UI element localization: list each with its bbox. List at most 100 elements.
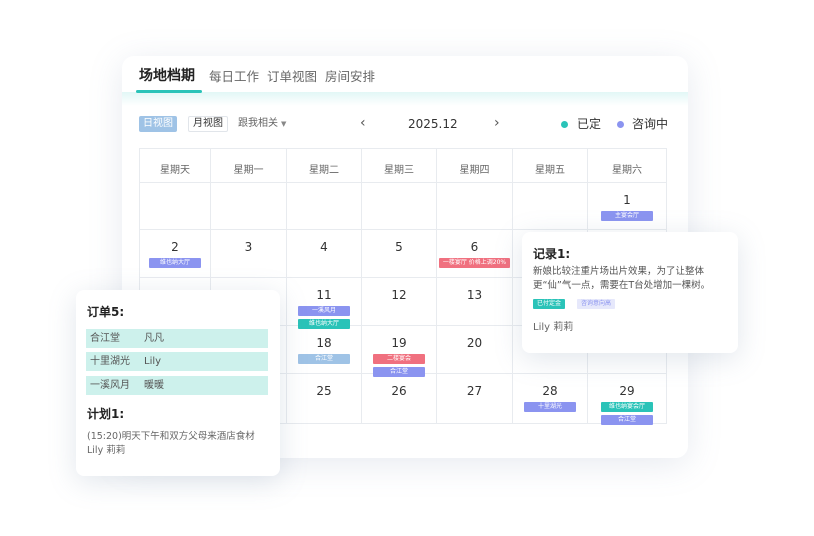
order-popover: 订单5: 合江堂 凡凡 十里湖光 Lily 一溪风月 暖暖 计划1: (15:2… <box>76 290 280 476</box>
record-user: Lily 莉莉 <box>533 322 574 333</box>
weekday-header: 星期四 <box>437 149 513 182</box>
calendar-day-cell[interactable]: 1 主宴会厅 <box>588 183 666 229</box>
tab-daily-work[interactable]: 每日工作 <box>209 66 259 85</box>
weekday-label: 星期一 <box>233 165 264 176</box>
day-number: 2 <box>171 240 179 254</box>
event-tag[interactable]: 一溪风月 <box>298 306 350 316</box>
calendar-day-cell[interactable]: 19 二楼宴会 合江堂 <box>362 326 437 377</box>
weekday-label: 星期天 <box>160 165 190 176</box>
related-to-me-dropdown[interactable]: 跟我相关 ▼ <box>238 116 286 132</box>
day-number: 13 <box>466 288 483 302</box>
high-intent-badge: 咨询意向高 <box>577 299 616 309</box>
event-tag[interactable]: 一楼宴厅 价格上调20% <box>438 258 511 268</box>
day-number: 18 <box>316 336 332 350</box>
calendar-day-cell[interactable]: 25 <box>287 374 362 423</box>
event-tag[interactable]: 维也纳大厅 <box>149 258 201 268</box>
calendar-day-cell[interactable]: 2 维也纳大厅 <box>140 230 211 277</box>
calendar-day-cell[interactable]: 28 十里湖光 <box>513 374 588 423</box>
chevron-right-icon[interactable]: › <box>494 114 500 132</box>
tab-venue-schedule[interactable]: 场地档期 <box>139 65 195 85</box>
calendar-day-cell[interactable] <box>513 183 588 229</box>
event-tag[interactable]: 合江堂 <box>298 354 350 364</box>
event-tag[interactable]: 十里湖光 <box>524 402 576 412</box>
calendar-day-cell[interactable] <box>140 183 211 229</box>
day-number: 20 <box>466 336 483 350</box>
calendar-day-cell[interactable] <box>437 183 513 229</box>
tab-room-arrangement[interactable]: 房间安排 <box>325 66 375 85</box>
legend-booked-label: 已定 <box>577 117 602 131</box>
active-tab-indicator <box>136 90 202 93</box>
record-popover: 记录1: 新娘比较注重片场出片效果，为了让整体更“仙”气一点，需要在T台处增加一… <box>522 232 738 353</box>
day-number: 27 <box>466 384 483 398</box>
calendar-day-cell[interactable] <box>287 183 362 229</box>
calendar-day-cell[interactable]: 3 <box>211 230 287 277</box>
weekday-label: 星期二 <box>309 165 339 176</box>
calendar-day-cell[interactable]: 6 一楼宴厅 价格上调20% <box>437 230 513 277</box>
record-text: 新娘比较注重片场出片效果，为了让整体更“仙”气一点，需要在T台处增加一棵树。 <box>533 266 711 291</box>
weekday-label: 星期三 <box>384 165 414 176</box>
chevron-left-icon[interactable]: ‹ <box>360 114 366 132</box>
order-person: 凡凡 <box>144 333 164 344</box>
legend-consulting-label: 咨询中 <box>632 117 669 131</box>
current-month: 2025.12 <box>408 117 458 131</box>
event-tags: 维也纳宴会厅 合江堂 <box>588 402 666 425</box>
weekday-label: 星期六 <box>612 165 642 176</box>
tab-order-view[interactable]: 订单视图 <box>267 66 317 85</box>
day-number: 4 <box>320 240 328 254</box>
event-tag[interactable]: 主宴会厅 <box>601 211 653 221</box>
day-number: 19 <box>391 336 407 350</box>
plan-text: (15:20)明天下午和双方父母来酒店食材 Lily 莉莉 <box>87 430 255 458</box>
order-venue: 十里湖光 <box>90 356 130 367</box>
weekday-label: 星期五 <box>535 165 565 176</box>
order-venue: 合江堂 <box>90 333 120 344</box>
day-number: 6 <box>470 240 479 254</box>
month-view-button[interactable]: 月视图 <box>188 116 228 132</box>
calendar-day-cell[interactable]: 4 <box>287 230 362 277</box>
view-tabs: 场地档期 每日工作 订单视图 房间安排 <box>122 56 688 94</box>
calendar-day-cell[interactable]: 26 <box>362 374 437 423</box>
event-tag[interactable]: 维也纳宴会厅 <box>601 402 653 412</box>
day-number: 11 <box>316 288 332 302</box>
day-number: 1 <box>623 193 631 207</box>
calendar-day-cell[interactable] <box>211 183 287 229</box>
day-number: 5 <box>395 240 403 254</box>
calendar-day-cell[interactable]: 27 <box>437 374 513 423</box>
weekday-header: 星期天 <box>140 149 211 182</box>
calendar-day-cell[interactable]: 11 一溪风月 维也纳大厅 <box>287 278 362 329</box>
order-row[interactable]: 合江堂 凡凡 <box>86 329 268 348</box>
event-tags: 一楼宴厅 价格上调20% <box>437 258 512 268</box>
order-venue: 一溪风月 <box>90 380 130 391</box>
calendar-week-row: 1 主宴会厅 <box>140 183 666 230</box>
event-tags: 合江堂 <box>287 354 361 364</box>
header-divider <box>122 92 688 106</box>
order-row[interactable]: 十里湖光 Lily <box>86 352 268 371</box>
weekday-header: 星期二 <box>287 149 362 182</box>
calendar-day-cell[interactable]: 18 合江堂 <box>287 326 362 373</box>
calendar-day-cell[interactable]: 5 <box>362 230 437 277</box>
calendar-day-cell[interactable]: 13 <box>437 278 513 325</box>
event-tag[interactable]: 合江堂 <box>601 415 653 425</box>
weekday-header: 星期三 <box>362 149 437 182</box>
weekday-header-row: 星期天 星期一 星期二 星期三 星期四 星期五 星期六 <box>140 149 666 183</box>
order-row[interactable]: 一溪风月 暖暖 <box>86 376 268 395</box>
plan-line: (15:20)明天下午和双方父母来酒店食材 <box>87 431 255 442</box>
record-title: 记录1: <box>533 247 571 261</box>
day-view-button[interactable]: 日视图 <box>139 116 177 132</box>
event-tags: 维也纳大厅 <box>140 258 210 268</box>
plan-user: Lily 莉莉 <box>87 445 126 456</box>
day-number: 28 <box>542 384 558 398</box>
consulting-dot-icon <box>617 121 624 128</box>
calendar-toolbar: 日视图 月视图 跟我相关 ▼ ‹ 2025.12 › 已定 咨询中 <box>122 112 688 136</box>
calendar-day-cell[interactable]: 12 <box>362 278 437 325</box>
weekday-header: 星期一 <box>211 149 287 182</box>
calendar-day-cell[interactable]: 20 <box>437 326 513 373</box>
calendar-day-cell[interactable] <box>362 183 437 229</box>
event-tags: 十里湖光 <box>513 402 587 412</box>
weekday-header: 星期五 <box>513 149 588 182</box>
event-tags: 主宴会厅 <box>588 211 666 221</box>
caret-down-icon: ▼ <box>281 120 287 128</box>
calendar-day-cell[interactable]: 29 维也纳宴会厅 合江堂 <box>588 374 666 425</box>
order-person: 暖暖 <box>144 380 164 391</box>
deposit-paid-badge: 已付定金 <box>533 299 566 309</box>
event-tag[interactable]: 二楼宴会 <box>373 354 425 364</box>
